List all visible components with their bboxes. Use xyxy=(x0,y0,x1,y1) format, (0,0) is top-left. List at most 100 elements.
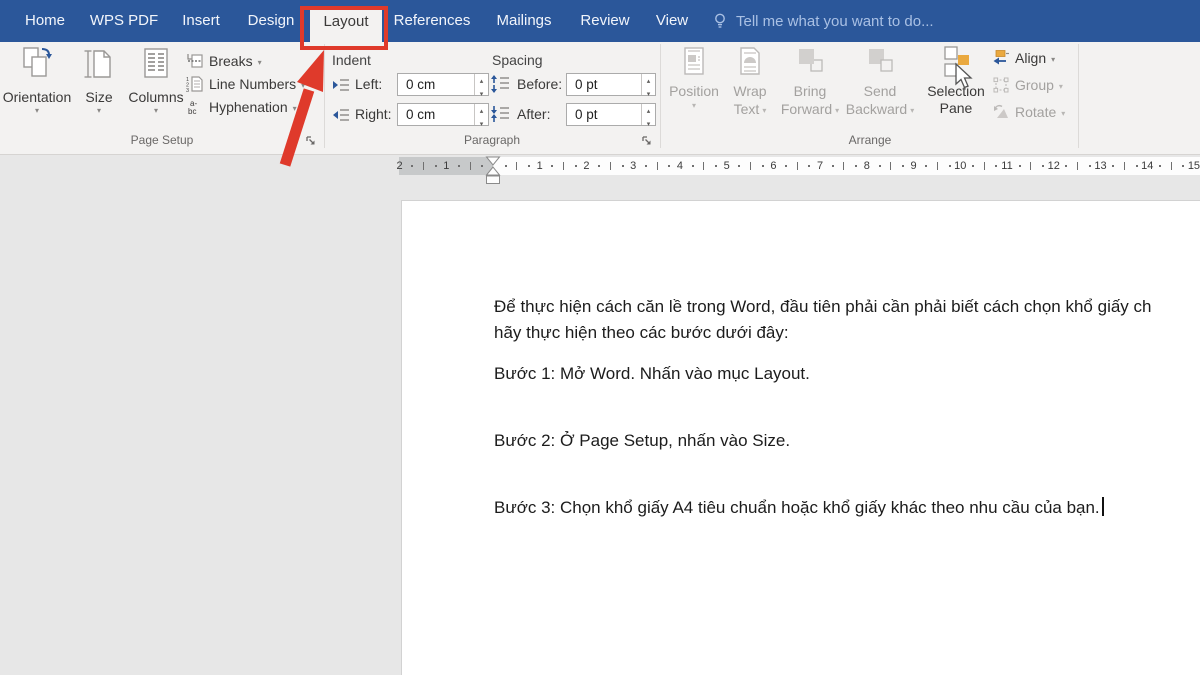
tab-mailings[interactable]: Mailings xyxy=(486,0,562,42)
ruler-tick xyxy=(692,165,694,167)
size-button[interactable]: Size xyxy=(76,45,122,131)
send-backward-label-line1: Send xyxy=(864,83,897,100)
svg-text:bc: bc xyxy=(188,107,196,116)
ruler-tick xyxy=(1077,162,1078,170)
group-button: Group xyxy=(992,74,1063,96)
dropdown-caret-icon xyxy=(154,105,158,115)
dropdown-caret-icon xyxy=(97,105,101,115)
dropdown-caret-icon xyxy=(1059,76,1063,94)
ruler-number: 4 xyxy=(677,157,683,175)
paragraph-line: hãy thực hiện theo các bước dưới đây: xyxy=(494,322,789,344)
group-separator xyxy=(1078,44,1079,148)
group-icon xyxy=(992,76,1010,94)
spacing-after-label: After: xyxy=(517,103,550,126)
wrap-text-label-line1: Wrap xyxy=(733,83,766,100)
spin-down-icon xyxy=(642,117,655,130)
step-3-line: Bước 3: Chọn khổ giấy A4 tiêu chuẩn hoặc… xyxy=(494,497,1104,519)
ruler-tick xyxy=(937,162,938,170)
tab-view[interactable]: View xyxy=(648,0,696,42)
bring-forward-label-line1: Bring xyxy=(794,83,827,100)
spin-up-icon xyxy=(475,104,488,117)
ruler-number: 6 xyxy=(770,157,776,175)
columns-button[interactable]: Columns xyxy=(124,45,188,131)
align-button[interactable]: Align xyxy=(992,47,1055,69)
indent-right-input[interactable]: 0 cm xyxy=(397,103,489,126)
ruler-number: 8 xyxy=(864,157,870,175)
tab-home[interactable]: Home xyxy=(17,0,73,42)
ruler-tick xyxy=(855,165,857,167)
rotate-label: Rotate xyxy=(1015,104,1056,120)
tab-wps-pdf[interactable]: WPS PDF xyxy=(85,0,163,42)
spin-down-icon xyxy=(642,87,655,100)
spacing-before-input[interactable]: 0 pt xyxy=(566,73,656,96)
indent-right-label: Right: xyxy=(355,103,392,126)
ruler-tick xyxy=(1089,165,1091,167)
ruler-tick xyxy=(481,165,483,167)
ruler-tick xyxy=(423,162,424,170)
ruler-tick xyxy=(528,165,530,167)
paragraph-dialog-launcher-icon[interactable] xyxy=(640,134,654,148)
position-label: Position xyxy=(669,83,719,100)
ruler-tick xyxy=(902,165,904,167)
tab-design[interactable]: Design xyxy=(240,0,302,42)
ruler-tick xyxy=(1136,165,1138,167)
ruler-tick xyxy=(1019,165,1021,167)
orientation-button[interactable]: Orientation xyxy=(0,45,82,131)
first-line-indent-marker[interactable] xyxy=(487,157,500,165)
ruler-tick xyxy=(1182,165,1184,167)
selection-pane-label-line2: Pane xyxy=(940,100,973,117)
ruler-number: 2 xyxy=(396,157,402,175)
ruler-tick xyxy=(598,165,600,167)
ruler-tick xyxy=(762,165,764,167)
spinner[interactable] xyxy=(641,74,655,95)
spin-down-icon xyxy=(475,117,488,130)
ruler-tick xyxy=(1065,165,1067,167)
indent-markers[interactable] xyxy=(485,156,501,185)
ruler-tick xyxy=(1124,162,1125,170)
arrange-group-label: Arrange xyxy=(662,133,1078,147)
ruler-number: 9 xyxy=(911,157,917,175)
ruler-tick xyxy=(785,165,787,167)
ruler-tick xyxy=(411,165,413,167)
spinner[interactable] xyxy=(474,74,488,95)
ruler-tick xyxy=(610,162,611,170)
ruler-strip[interactable]: 21123456789101112131415 xyxy=(399,157,1200,175)
dropdown-caret-icon xyxy=(35,105,39,115)
tab-review[interactable]: Review xyxy=(572,0,638,42)
ruler-number: 1 xyxy=(537,157,543,175)
ruler-tick xyxy=(435,165,437,167)
spin-up-icon xyxy=(642,104,655,117)
ruler-tick xyxy=(949,165,951,167)
ruler-number: 1 xyxy=(443,157,449,175)
ruler-number: 7 xyxy=(817,157,823,175)
indent-left-input[interactable]: 0 cm xyxy=(397,73,489,96)
spinner[interactable] xyxy=(641,104,655,125)
ruler-number: 3 xyxy=(630,157,636,175)
tab-insert[interactable]: Insert xyxy=(175,0,227,42)
bring-forward-label-line2: Forward xyxy=(781,101,832,118)
word-window: Home WPS PDF Insert Design Layout Refere… xyxy=(0,0,1200,675)
ruler-tick xyxy=(575,165,577,167)
field-value: 0 cm xyxy=(398,77,474,92)
spin-down-icon xyxy=(475,87,488,100)
ribbon: Orientation Size xyxy=(0,42,1200,155)
left-indent-marker[interactable] xyxy=(487,176,500,184)
ribbon-tab-bar: Home WPS PDF Insert Design Layout Refere… xyxy=(0,0,1200,42)
hanging-indent-marker[interactable] xyxy=(487,167,500,175)
step-1-line: Bước 1: Mở Word. Nhấn vào mục Layout. xyxy=(494,363,810,385)
text-cursor xyxy=(1102,497,1104,516)
hyphenation-icon: a- bc xyxy=(186,98,204,116)
ruler-tick xyxy=(458,165,460,167)
spacing-after-input[interactable]: 0 pt xyxy=(566,103,656,126)
annotation-arrow xyxy=(250,44,350,174)
spinner[interactable] xyxy=(474,104,488,125)
size-label: Size xyxy=(85,89,112,105)
spin-up-icon xyxy=(642,74,655,87)
document-page[interactable]: Để thực hiện cách căn lề trong Word, đầu… xyxy=(401,200,1200,675)
tell-me-box[interactable]: Tell me what you want to do... xyxy=(712,0,934,42)
rotate-icon xyxy=(992,103,1010,121)
dropdown-caret-icon xyxy=(762,100,766,118)
bring-forward-icon xyxy=(792,45,828,83)
tab-references[interactable]: References xyxy=(390,0,474,42)
ruler-tick xyxy=(808,165,810,167)
